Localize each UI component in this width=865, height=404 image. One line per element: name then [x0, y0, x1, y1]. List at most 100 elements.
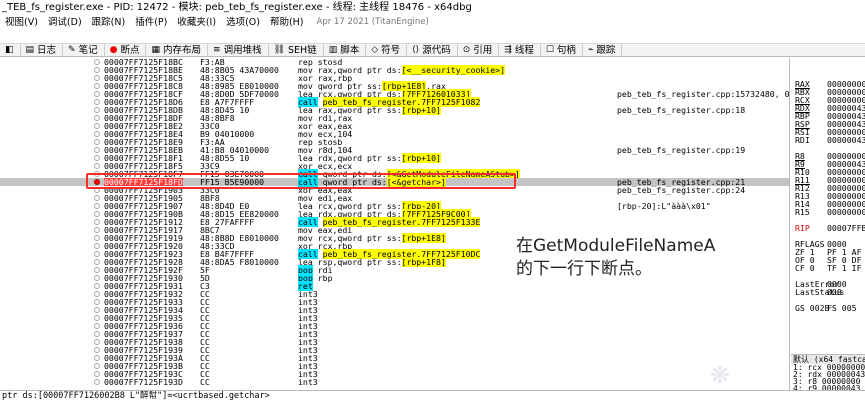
breakpoint-marker-icon[interactable]	[94, 59, 100, 65]
menu-item[interactable]: 选项(O)	[221, 16, 265, 29]
breakpoint-marker-icon[interactable]	[94, 331, 100, 337]
window-title-bar: _TEB_fs_register.exe - PID: 12472 - 模块: …	[0, 0, 865, 16]
breakpoint-marker-icon[interactable]	[94, 123, 100, 129]
breakpoint-marker-icon[interactable]	[94, 275, 100, 281]
tab-symbols[interactable]: ◇ 符号	[366, 44, 408, 56]
register-row[interactable]: RIP 00007FFB	[795, 223, 865, 233]
breakpoint-marker-icon[interactable]	[94, 347, 100, 353]
breakpoint-marker-icon[interactable]	[94, 91, 100, 97]
tab-source[interactable]: ⟨⟩ 源代码	[407, 44, 458, 56]
register-row[interactable]: R15 000000000	[795, 207, 865, 217]
disasm-instruction: int3	[298, 377, 318, 387]
disasm-row[interactable]: 00007FF7125F193D CC int3	[0, 377, 789, 387]
breakpoint-marker-icon[interactable]	[94, 75, 100, 81]
window-title: _TEB_fs_register.exe - PID: 12472 - 模块: …	[2, 2, 472, 13]
register-row[interactable]: LastStatus 000	[795, 288, 844, 296]
breakpoint-marker-icon[interactable]	[94, 195, 100, 201]
register-row[interactable]: GS 002B FS 005	[795, 304, 857, 312]
breakpoint-marker-icon[interactable]	[94, 163, 100, 169]
disasm-comment: peb_teb_fs_register.cpp:18	[617, 105, 746, 115]
breakpoint-marker-icon[interactable]	[94, 155, 100, 161]
register-name: RIP	[795, 223, 810, 233]
tab-label: 引用	[473, 44, 493, 56]
tab-call-stack[interactable]: ≡ 调用堆栈	[208, 44, 269, 56]
menu-item[interactable]: 收藏夹(I)	[172, 16, 221, 29]
notes-icon: ✎	[68, 44, 76, 55]
menu-item[interactable]: 跟踪(N)	[87, 16, 131, 29]
breakpoint-marker-icon[interactable]	[94, 355, 100, 361]
register-row[interactable]: CF 0 TF 1 IF	[795, 264, 862, 272]
breakpoint-marker-icon[interactable]	[94, 99, 100, 105]
breakpoint-marker-icon[interactable]	[94, 219, 100, 225]
breakpoint-icon: ●	[109, 44, 118, 55]
menu-item[interactable]: 视图(V)	[0, 16, 43, 29]
breakpoint-marker-icon[interactable]	[94, 147, 100, 153]
tab-cpu-partial[interactable]: ◧	[0, 44, 21, 56]
disasm-comment: [rbp-20]:L"ààà\x01"	[617, 201, 711, 211]
tab-references[interactable]: ⊙ 引用	[458, 44, 500, 56]
tab-label: 断点	[120, 44, 140, 56]
source-icon: ⟨⟩	[412, 44, 420, 55]
tab-label: SEH链	[288, 44, 317, 56]
menu-item[interactable]: 帮助(H)	[265, 16, 309, 29]
breakpoint-marker-icon[interactable]	[94, 267, 100, 273]
breakpoint-marker-icon[interactable]	[94, 363, 100, 369]
breakpoint-marker-icon[interactable]	[94, 283, 100, 289]
breakpoint-marker-icon[interactable]	[94, 139, 100, 145]
register-value: 000000000	[827, 207, 865, 217]
tab-label: 内存布局	[163, 44, 202, 56]
breakpoint-marker-icon[interactable]	[94, 227, 100, 233]
disassembly-view[interactable]: 00007FF7125F18BC F3:AB rep stosd 00007FF712…	[0, 58, 790, 390]
tab-log[interactable]: ▤ 日志	[21, 44, 64, 56]
threads-icon: ⇶	[504, 44, 512, 55]
menu-item[interactable]: 调试(D)	[43, 16, 87, 29]
tab-breakpoint[interactable]: ● 断点	[105, 44, 147, 56]
tab-notes[interactable]: ✎ 笔记	[63, 44, 105, 56]
breakpoint-marker-icon[interactable]	[94, 291, 100, 297]
breakpoint-marker-icon[interactable]	[94, 339, 100, 345]
breakpoint-marker-icon[interactable]	[94, 323, 100, 329]
status-text: ptr ds:[00007FF7126002B8 L"醉幇"]=<ucrtbas…	[2, 391, 270, 401]
tab-script[interactable]: ▥ 脚本	[324, 44, 367, 56]
register-value: 000000433	[827, 135, 865, 145]
menu-bar: 视图(V) 调试(D) 跟踪(N) 插件(P) 收藏夹(I) 选项(O) 帮助(H) Apr …	[0, 16, 865, 29]
breakpoint-marker-icon[interactable]	[94, 131, 100, 137]
log-icon: ▤	[25, 44, 35, 55]
disasm-comment: peb_teb_fs_register.cpp:19	[617, 145, 746, 155]
breakpoint-marker-icon[interactable]	[94, 67, 100, 73]
breakpoint-marker-icon[interactable]	[94, 299, 100, 305]
cpu-icon: ◧	[5, 44, 14, 55]
tab-label: 笔记	[78, 44, 98, 56]
register-name: RDI	[795, 135, 810, 145]
memory-map-icon: ▦	[151, 44, 160, 55]
registers-panel[interactable]: RAX000000000RBX000000000RCX000000000RDX0…	[791, 58, 865, 354]
register-name: R15	[795, 207, 810, 217]
breakpoint-marker-icon[interactable]	[94, 235, 100, 241]
breakpoint-marker-icon[interactable]	[94, 203, 100, 209]
register-row[interactable]: RDI 000000433	[795, 135, 865, 145]
view-tabs: ◧ ▤ 日志 ✎ 笔记 ● 断点 ▦ 内存布局 ≡ 调用堆栈 ⛓ SEH链 ▥ 脚本 ◇ 符号 ⟨⟩ 源代码 ⊙ 引用…	[0, 43, 865, 57]
breakpoint-marker-icon[interactable]	[94, 243, 100, 249]
breakpoint-marker-icon[interactable]	[94, 211, 100, 217]
breakpoint-marker-icon[interactable]	[94, 307, 100, 313]
tab-memory-map[interactable]: ▦ 内存布局	[146, 44, 209, 56]
breakpoint-marker-icon[interactable]	[94, 107, 100, 113]
annotation-line-1: 在GetModuleFileNameA	[516, 236, 716, 256]
breakpoint-marker-icon[interactable]	[94, 115, 100, 121]
breakpoint-marker-icon[interactable]	[94, 371, 100, 377]
call-stack-icon: ≡	[213, 44, 221, 55]
breakpoint-marker-icon[interactable]	[94, 315, 100, 321]
breakpoint-marker-icon[interactable]	[94, 83, 100, 89]
breakpoint-marker-icon[interactable]	[94, 259, 100, 265]
register-value: 000	[827, 287, 842, 297]
disasm-bytes: CC	[200, 377, 210, 387]
menu-item[interactable]: 插件(P)	[130, 16, 172, 29]
tab-handles[interactable]: ☐ 句柄	[541, 44, 583, 56]
breakpoint-marker-icon[interactable]	[94, 251, 100, 257]
tab-seh-chain[interactable]: ⛓ SEH链	[269, 44, 324, 56]
tab-threads[interactable]: ⇶ 线程	[499, 44, 541, 56]
call-args-panel[interactable]: 默认 (x64 fastca 1: rcx 00000000 2: rdx 000…	[791, 354, 865, 390]
disasm-comment: peb_teb_fs_register.cpp:24	[617, 185, 746, 195]
tab-trace[interactable]: ⌁ 跟踪	[583, 44, 623, 56]
breakpoint-marker-icon[interactable]	[94, 379, 100, 385]
